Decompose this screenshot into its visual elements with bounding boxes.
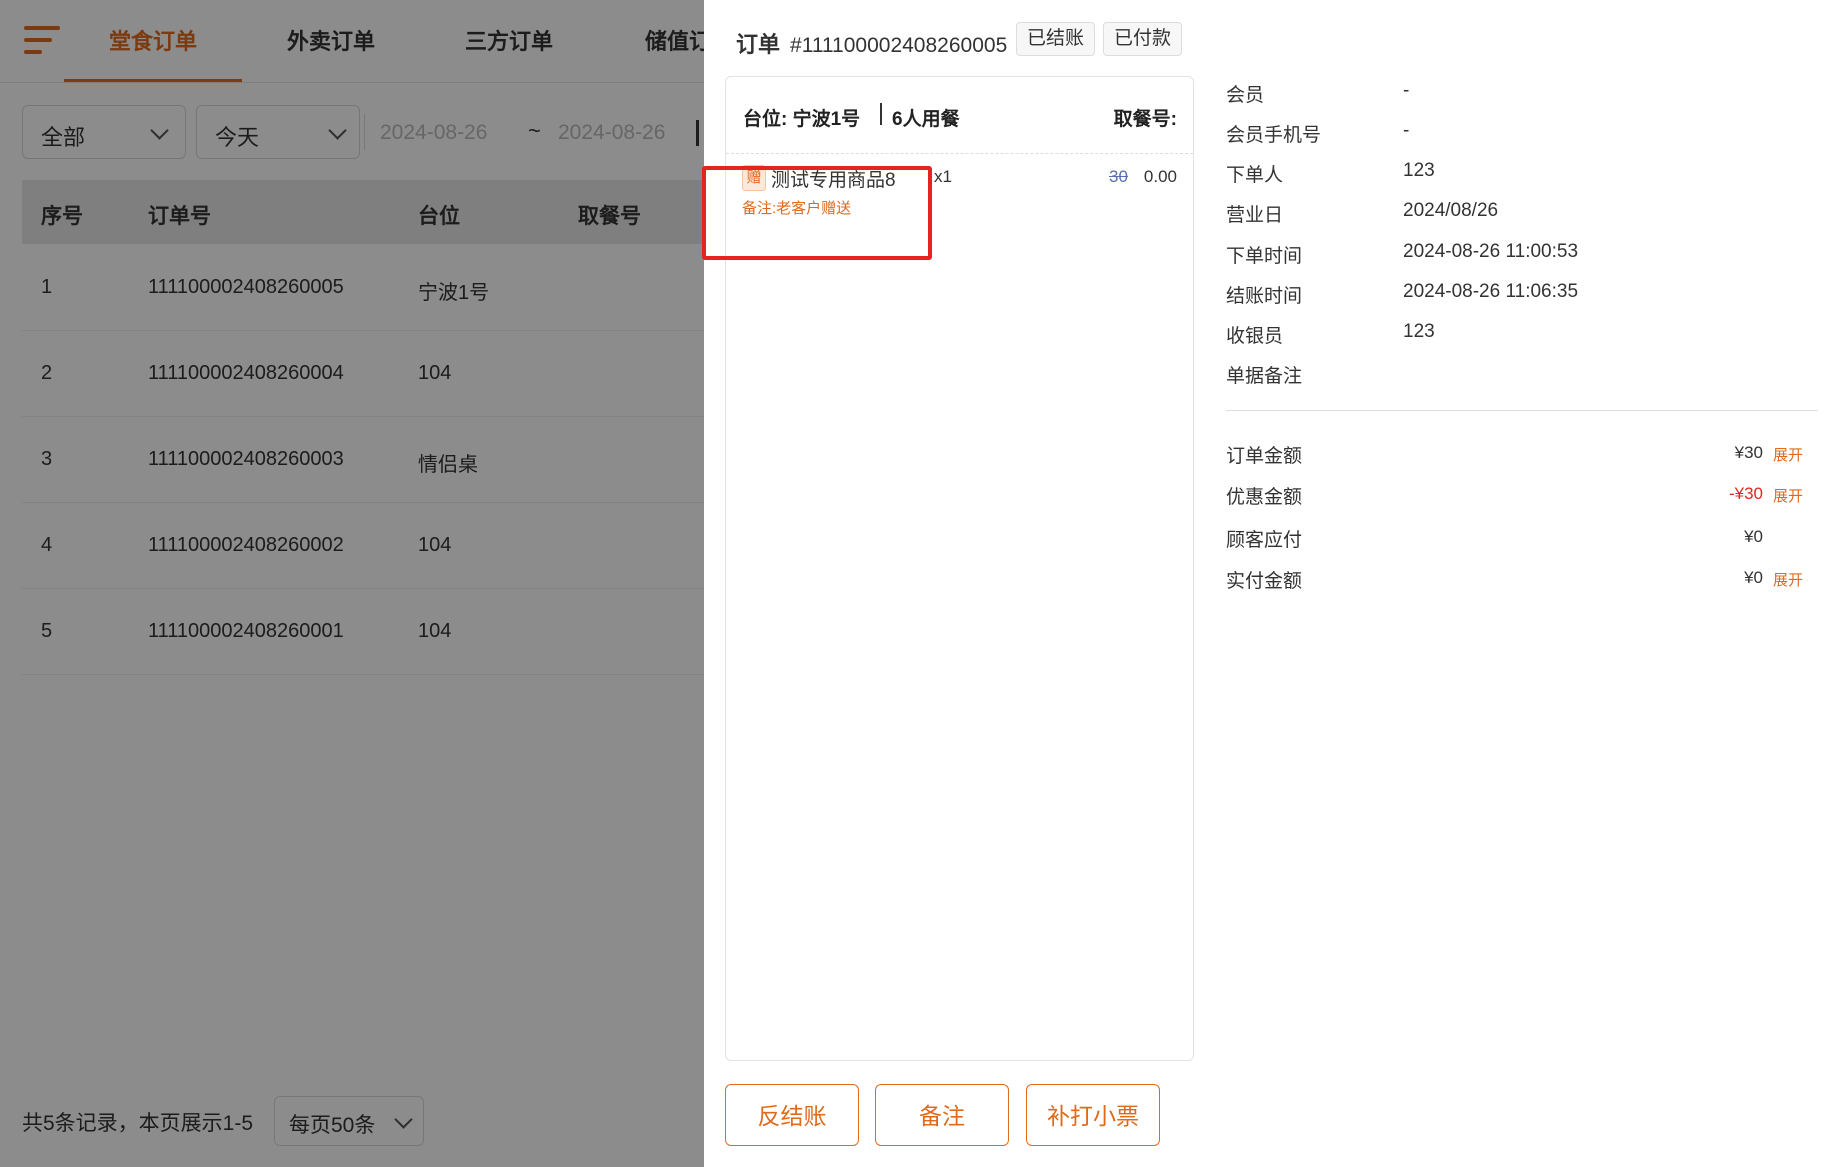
expand-link[interactable]: 展开: [1773, 485, 1803, 506]
info-value: 2024-08-26 11:00:53: [1403, 241, 1579, 262]
info-value: 2024/08/26: [1403, 200, 1499, 221]
info-label: 结账时间: [1226, 286, 1303, 307]
amount-label: 优惠金额: [1226, 487, 1303, 508]
info-label: 收银员: [1226, 326, 1284, 347]
modal-overlay[interactable]: [0, 0, 704, 1167]
amount-value: ¥30: [1734, 443, 1763, 462]
people-count: 6人用餐: [892, 109, 960, 130]
amount-value: ¥0: [1744, 527, 1763, 546]
remark-button[interactable]: 备注: [875, 1084, 1009, 1146]
items-panel-header: 台位: 宁波1号 6人用餐 取餐号:: [726, 77, 1193, 154]
amount-label: 实付金额: [1226, 571, 1303, 592]
status-badge: 已结账: [1016, 22, 1096, 56]
info-label: 下单时间: [1226, 246, 1303, 267]
highlight-box: [702, 166, 932, 260]
info-value: -: [1403, 80, 1410, 101]
amount-label: 顾客应付: [1226, 530, 1303, 551]
order-title: 订单 #111100002408260005: [736, 27, 1007, 59]
info-label: 营业日: [1226, 205, 1284, 226]
status-badge: 已付款: [1103, 22, 1183, 56]
seat-label: 台位: 宁波1号: [743, 109, 861, 130]
info-value: 123: [1403, 321, 1435, 342]
order-title-label: 订单: [736, 32, 781, 57]
item-price: 0.00: [1143, 167, 1177, 186]
discount-amount-value: -¥30: [1728, 484, 1763, 503]
expand-link[interactable]: 展开: [1773, 569, 1803, 590]
pickup-number-label: 取餐号:: [1113, 109, 1177, 130]
info-label: 下单人: [1226, 165, 1284, 186]
info-label: 会员: [1226, 85, 1265, 106]
item-quantity: x1: [934, 167, 952, 186]
info-label: 单据备注: [1226, 366, 1303, 387]
divider: [1226, 410, 1818, 411]
info-value: -: [1403, 120, 1410, 141]
amount-value: ¥0: [1744, 568, 1763, 587]
expand-link[interactable]: 展开: [1773, 444, 1803, 465]
order-number: #111100002408260005: [790, 34, 1008, 57]
item-original-price: 30: [1109, 167, 1128, 186]
divider: [880, 103, 882, 125]
reverse-checkout-button[interactable]: 反结账: [725, 1084, 859, 1146]
info-value: 123: [1403, 160, 1435, 181]
reprint-receipt-button[interactable]: 补打小票: [1026, 1084, 1160, 1146]
amount-label: 订单金额: [1226, 446, 1303, 467]
info-value: 2024-08-26 11:06:35: [1403, 281, 1579, 302]
info-label: 会员手机号: [1226, 125, 1322, 146]
